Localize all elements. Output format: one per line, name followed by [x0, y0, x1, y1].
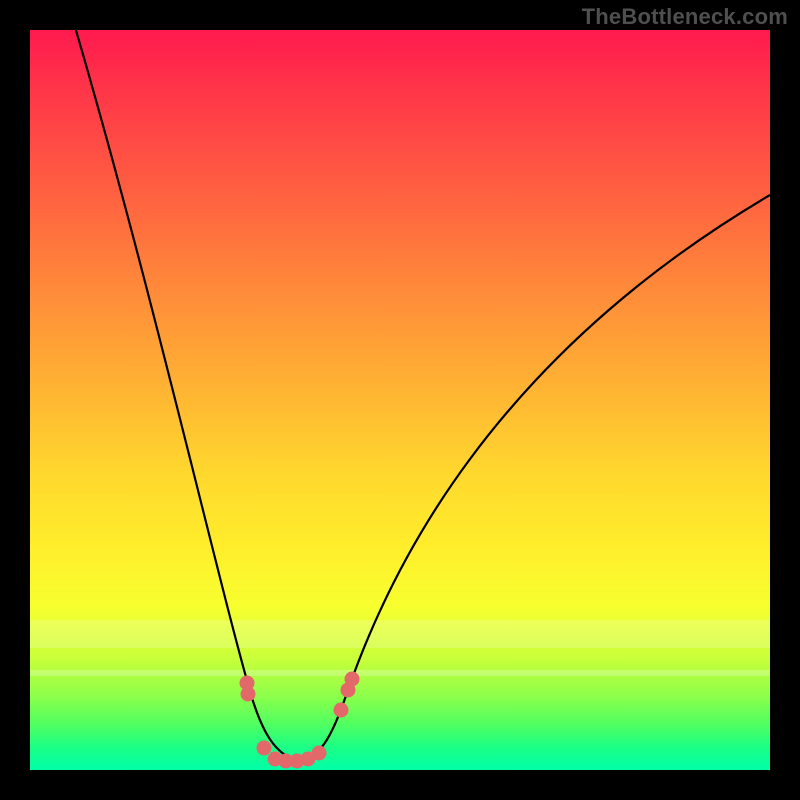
data-point [334, 703, 349, 718]
watermark-text: TheBottleneck.com [582, 4, 788, 30]
bottleneck-curve [70, 30, 770, 760]
data-point [257, 741, 272, 756]
data-point [312, 746, 327, 761]
data-point [241, 687, 256, 702]
data-points [240, 672, 360, 769]
outer-frame: TheBottleneck.com [0, 0, 800, 800]
chart-svg [30, 30, 770, 770]
data-point [345, 672, 360, 687]
plot-area [30, 30, 770, 770]
